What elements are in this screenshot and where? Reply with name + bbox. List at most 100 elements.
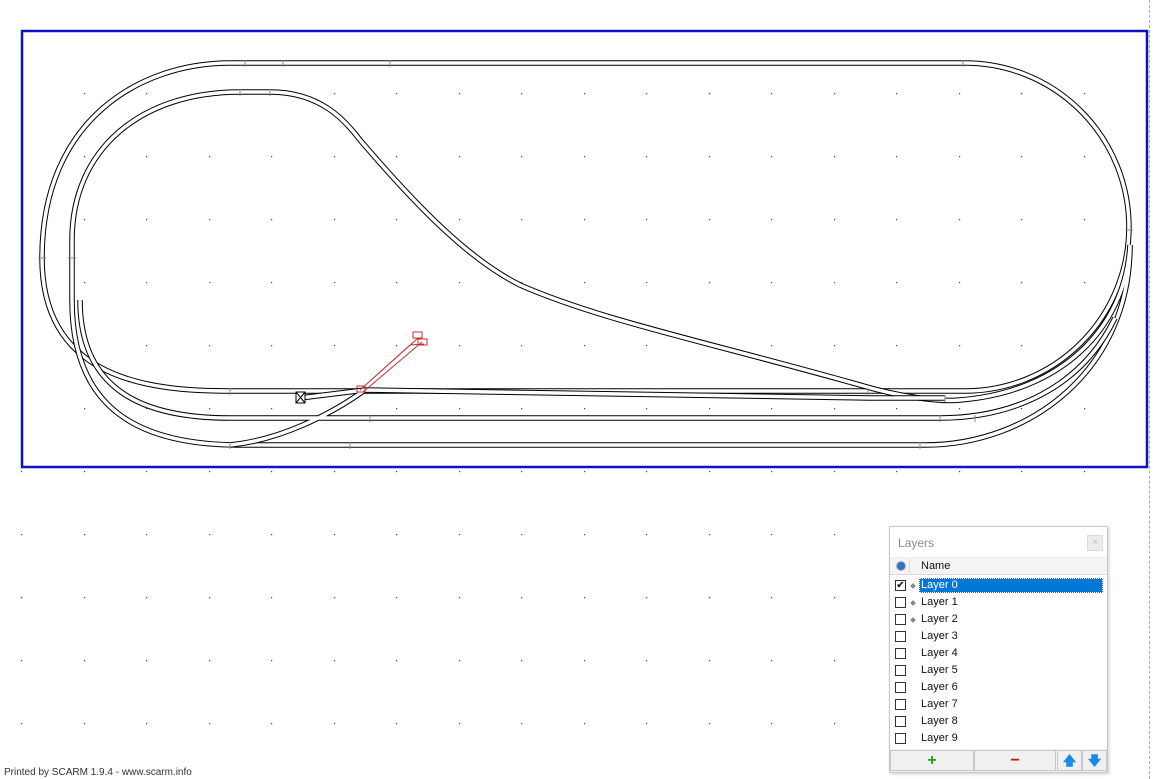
grid-dot	[1021, 345, 1023, 347]
grid-dot	[709, 597, 711, 599]
add-layer-button[interactable]: +	[890, 750, 974, 771]
layer-row[interactable]: Layer 4	[890, 645, 1107, 662]
layer-row[interactable]: Layer 2	[890, 611, 1107, 628]
grid-dot	[896, 471, 898, 473]
layer-row[interactable]: Layer 3	[890, 628, 1107, 645]
grid-dot	[646, 408, 648, 410]
layer-name[interactable]: Layer 3	[919, 629, 960, 644]
eye-icon[interactable]	[894, 559, 910, 573]
move-down-button[interactable]: 🡇	[1082, 750, 1107, 771]
grid-dot	[646, 345, 648, 347]
grid-dot	[709, 156, 711, 158]
grid-dot	[1084, 93, 1086, 95]
grid-dot	[459, 723, 461, 725]
layer-row[interactable]: ✔ Layer 0	[890, 577, 1107, 594]
layer-visibility-checkbox[interactable]	[895, 597, 906, 608]
layer-name[interactable]: Layer 8	[919, 714, 960, 729]
grid-dot	[584, 723, 586, 725]
grid-dot	[146, 219, 148, 221]
layer-row[interactable]: Layer 5	[890, 662, 1107, 679]
grid-dot	[459, 282, 461, 284]
turnout-piece[interactable]	[356, 331, 428, 393]
layer-row[interactable]: Layer 9	[890, 730, 1107, 747]
layer-name[interactable]: Layer 1	[919, 595, 960, 610]
grid-dot	[1084, 408, 1086, 410]
layer-visibility-checkbox[interactable]	[895, 614, 906, 625]
grid-dot	[209, 723, 211, 725]
layer-name[interactable]: Layer 5	[919, 663, 960, 678]
column-name-header[interactable]: Name	[921, 560, 950, 572]
layer-visibility-checkbox[interactable]	[895, 699, 906, 710]
grid-dot	[334, 219, 336, 221]
layer-visibility-checkbox[interactable]	[895, 682, 906, 693]
layer-row[interactable]: Layer 1	[890, 594, 1107, 611]
grid-dot	[21, 597, 23, 599]
grid-dot	[84, 219, 86, 221]
grid-dot	[771, 219, 773, 221]
layer-row[interactable]: Layer 6	[890, 679, 1107, 696]
grid-dot	[84, 534, 86, 536]
grid-dot	[771, 408, 773, 410]
layers-list[interactable]: Name ✔ Layer 0 Layer 1 Layer 2 Layer 3 Layer …	[890, 558, 1107, 749]
grid-dot	[146, 597, 148, 599]
grid-dot	[396, 156, 398, 158]
grid-dot	[521, 534, 523, 536]
page-edge-guide	[1149, 0, 1150, 779]
layer-name[interactable]: Layer 2	[919, 612, 960, 627]
grid-dot	[709, 219, 711, 221]
layer-visibility-checkbox[interactable]	[895, 648, 906, 659]
layers-title-bar[interactable]: Layers ×	[890, 527, 1107, 557]
grid-dot	[396, 93, 398, 95]
grid-dot	[459, 471, 461, 473]
layers-panel[interactable]: Layers × Name ✔ Layer 0 Layer 1 Layer 2 Laye…	[889, 526, 1108, 773]
grid-dot	[834, 93, 836, 95]
layer-name[interactable]: Layer 4	[919, 646, 960, 661]
grid-dot	[1084, 219, 1086, 221]
layer-name[interactable]: Layer 0	[919, 578, 1103, 593]
grid-dot	[334, 282, 336, 284]
grid-dot	[896, 408, 898, 410]
layer-visibility-checkbox[interactable]: ✔	[895, 580, 906, 591]
grid-dot	[521, 597, 523, 599]
grid-dot	[771, 282, 773, 284]
grid-dot	[959, 156, 961, 158]
grid-dot	[84, 723, 86, 725]
grid-dot	[709, 408, 711, 410]
layer-row[interactable]: Layer 7	[890, 696, 1107, 713]
grid-dot	[834, 723, 836, 725]
move-up-button[interactable]: 🡅	[1057, 750, 1082, 771]
grid-dot	[834, 471, 836, 473]
layers-header: Name	[890, 558, 1107, 575]
grid-dot	[896, 156, 898, 158]
grid-dot	[334, 660, 336, 662]
grid-dot	[209, 534, 211, 536]
grid-dot	[209, 156, 211, 158]
layer-visibility-checkbox[interactable]	[895, 716, 906, 727]
grid-dot	[146, 534, 148, 536]
layer-row[interactable]: Layer 8	[890, 713, 1107, 730]
layer-name[interactable]: Layer 6	[919, 680, 960, 695]
grid-dot	[521, 156, 523, 158]
print-footer: Printed by SCARM 1.9.4 - www.scarm.info	[4, 767, 192, 778]
grid-dot	[584, 93, 586, 95]
layer-visibility-checkbox[interactable]	[895, 631, 906, 642]
layer-visibility-checkbox[interactable]	[895, 733, 906, 744]
grid-dot	[84, 93, 86, 95]
layer-visibility-checkbox[interactable]	[895, 665, 906, 676]
grid-dot	[521, 471, 523, 473]
grid-dot	[896, 345, 898, 347]
grid-dot	[521, 219, 523, 221]
close-icon[interactable]: ×	[1087, 535, 1103, 551]
layer-name[interactable]: Layer 9	[919, 731, 960, 746]
grid-dot	[146, 282, 148, 284]
layers-button-bar: + − 🡅 🡇	[890, 749, 1107, 772]
grid-dot	[646, 282, 648, 284]
grid-dot	[709, 723, 711, 725]
remove-layer-button[interactable]: −	[974, 750, 1056, 771]
grid-dot	[396, 723, 398, 725]
grid-dot	[84, 660, 86, 662]
grid-dot	[271, 345, 273, 347]
layer-name[interactable]: Layer 7	[919, 697, 960, 712]
grid-dot	[146, 660, 148, 662]
grid-dot	[959, 282, 961, 284]
